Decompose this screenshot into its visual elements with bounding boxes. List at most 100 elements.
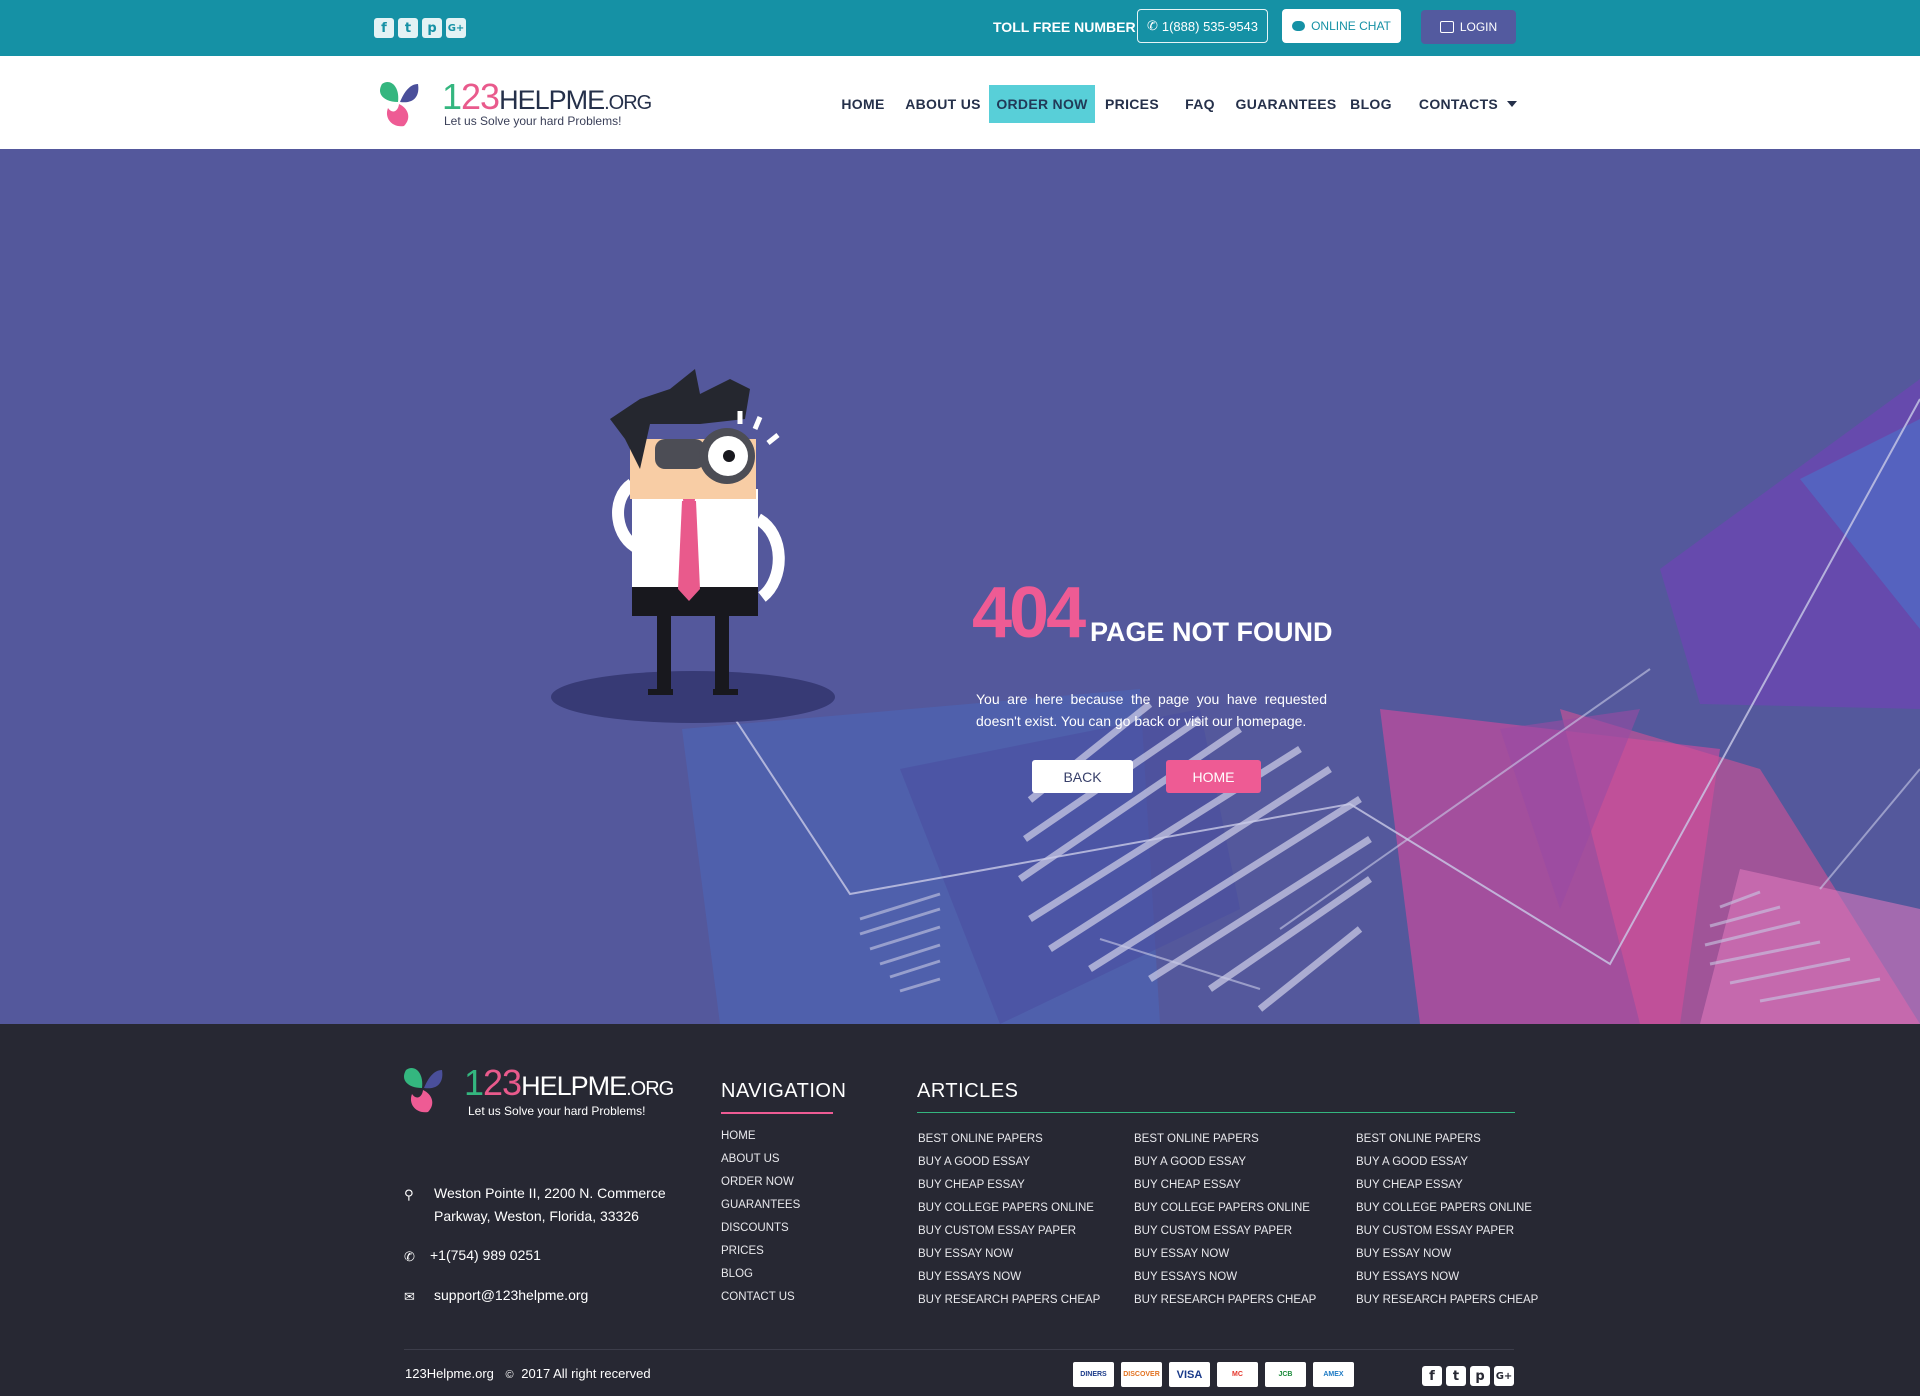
article-link[interactable]: BUY RESEARCH PAPERS CHEAP <box>1356 1289 1538 1312</box>
articles-underline <box>917 1112 1515 1113</box>
article-link[interactable]: BUY ESSAY NOW <box>918 1243 1100 1266</box>
article-link[interactable]: BUY ESSAYS NOW <box>918 1266 1100 1289</box>
footer-nav-order-now[interactable]: ORDER NOW <box>721 1171 800 1194</box>
article-link[interactable]: BUY A GOOD ESSAY <box>1134 1151 1316 1174</box>
logo-text-1: 1 <box>442 76 462 117</box>
footer-nav-home[interactable]: HOME <box>721 1125 800 1148</box>
footer-nav-prices[interactable]: PRICES <box>721 1240 800 1263</box>
top-bar: f t p G+ TOLL FREE NUMBER ✆ 1(888) 535-9… <box>0 0 1920 56</box>
envelope-icon: ✉ <box>404 1290 415 1305</box>
article-link[interactable]: BUY A GOOD ESSAY <box>918 1151 1100 1174</box>
logo-mark-icon <box>379 82 419 127</box>
visa-icon: VISA <box>1169 1362 1210 1387</box>
site-logo[interactable]: 123HELPME.ORG Let us Solve your hard Pro… <box>374 76 664 136</box>
nav-about-us[interactable]: ABOUT US <box>905 85 981 123</box>
article-link[interactable]: BEST ONLINE PAPERS <box>918 1128 1100 1151</box>
article-link[interactable]: BUY CHEAP ESSAY <box>1356 1174 1538 1197</box>
nav-contacts[interactable]: CONTACTS <box>1415 85 1521 123</box>
article-link[interactable]: BUY A GOOD ESSAY <box>1356 1151 1538 1174</box>
address-line-1: Weston Pointe II, 2200 N. Commerce <box>434 1185 666 1201</box>
american-express-icon: AMEX <box>1313 1362 1354 1387</box>
footer-navigation-title: NAVIGATION <box>721 1080 847 1102</box>
logo-text: 123HELPME.ORG <box>442 76 652 118</box>
pinterest-icon[interactable]: p <box>422 18 442 38</box>
chat-icon <box>1292 21 1306 31</box>
error-code: 404 <box>972 573 1086 653</box>
footer-logo-text-1: 1 <box>464 1062 484 1103</box>
article-link[interactable]: BUY ESSAY NOW <box>1356 1243 1538 1266</box>
logo-text-helpme: HELPME <box>499 85 605 115</box>
articles-column-3: BEST ONLINE PAPERS BUY A GOOD ESSAY BUY … <box>1356 1128 1538 1312</box>
footer-divider <box>404 1349 1514 1350</box>
toll-free-label: TOLL FREE NUMBER <box>993 19 1136 35</box>
article-link[interactable]: BUY CHEAP ESSAY <box>918 1174 1100 1197</box>
logo-text-org: .ORG <box>604 92 652 114</box>
article-link[interactable]: BUY CUSTOM ESSAY PAPER <box>918 1220 1100 1243</box>
hero-section: 404 PAGE NOT FOUND You are here because … <box>0 149 1920 1024</box>
navigation-underline <box>721 1112 833 1114</box>
facebook-icon[interactable]: f <box>1422 1366 1442 1386</box>
home-button[interactable]: HOME <box>1166 760 1261 793</box>
article-link[interactable]: BEST ONLINE PAPERS <box>1356 1128 1538 1151</box>
article-link[interactable]: BUY CUSTOM ESSAY PAPER <box>1134 1220 1316 1243</box>
copyright-symbol: © <box>505 1369 514 1381</box>
pin-icon: ⚲ <box>404 1188 414 1203</box>
nav-contacts-label: CONTACTS <box>1418 96 1499 112</box>
pinterest-icon[interactable]: p <box>1470 1366 1490 1386</box>
discover-icon: DISCOVER <box>1121 1362 1162 1387</box>
jcb-icon: JCB <box>1265 1362 1306 1387</box>
chevron-down-icon <box>1507 101 1518 107</box>
phone-button[interactable]: ✆ 1(888) 535-9543 <box>1137 9 1268 43</box>
article-link[interactable]: BUY CHEAP ESSAY <box>1134 1174 1316 1197</box>
nav-prices[interactable]: PRICES <box>1100 85 1164 123</box>
binoculars-man-illustration <box>551 369 835 723</box>
twitter-icon[interactable]: t <box>1446 1366 1466 1386</box>
footer-nav-about-us[interactable]: ABOUT US <box>721 1148 800 1171</box>
footer-articles-title: ARTICLES <box>917 1080 1019 1102</box>
google-plus-icon[interactable]: G+ <box>446 18 466 38</box>
footer-nav-blog[interactable]: BLOG <box>721 1263 800 1286</box>
nav-faq[interactable]: FAQ <box>1180 85 1220 123</box>
article-link[interactable]: BUY RESEARCH PAPERS CHEAP <box>1134 1289 1316 1312</box>
nav-guarantees[interactable]: GUARANTEES <box>1236 85 1337 123</box>
nav-home[interactable]: HOME <box>834 85 892 123</box>
article-link[interactable]: BUY COLLEGE PAPERS ONLINE <box>918 1197 1100 1220</box>
article-link[interactable]: BUY ESSAY NOW <box>1134 1243 1316 1266</box>
footer-email-address[interactable]: support@123helpme.org <box>434 1284 588 1307</box>
address-line-2: Parkway, Weston, Florida, 33326 <box>434 1208 639 1224</box>
online-chat-button[interactable]: ONLINE CHAT <box>1282 9 1401 43</box>
article-link[interactable]: BUY RESEARCH PAPERS CHEAP <box>918 1289 1100 1312</box>
google-plus-icon[interactable]: G+ <box>1494 1366 1514 1386</box>
diners-club-icon: DINERS <box>1073 1362 1114 1387</box>
login-label: LOGIN <box>1459 20 1498 34</box>
article-link[interactable]: BEST ONLINE PAPERS <box>1134 1128 1316 1151</box>
mastercard-icon: MC <box>1217 1362 1258 1387</box>
nav-blog[interactable]: BLOG <box>1346 85 1396 123</box>
hero-background-shapes <box>682 379 1920 1024</box>
footer-social-links: f t p G+ <box>1422 1366 1514 1386</box>
logo-tagline: Let us Solve your hard Problems! <box>444 114 622 128</box>
error-description: You are here because the page you have r… <box>976 691 1327 729</box>
facebook-icon[interactable]: f <box>374 18 394 38</box>
twitter-icon[interactable]: t <box>398 18 418 38</box>
article-link[interactable]: BUY CUSTOM ESSAY PAPER <box>1356 1220 1538 1243</box>
nav-order-now[interactable]: ORDER NOW <box>989 85 1095 123</box>
articles-column-2: BEST ONLINE PAPERS BUY A GOOD ESSAY BUY … <box>1134 1128 1316 1312</box>
footer-phone-number[interactable]: +1(754) 989 0251 <box>430 1244 541 1267</box>
copyright-site: 123Helpme.org <box>405 1366 494 1381</box>
article-link[interactable]: BUY ESSAYS NOW <box>1134 1266 1316 1289</box>
footer-logo-tagline: Let us Solve your hard Problems! <box>468 1104 646 1118</box>
copyright: 123Helpme.org © 2017 All right recerved <box>405 1366 651 1381</box>
article-link[interactable]: BUY COLLEGE PAPERS ONLINE <box>1356 1197 1538 1220</box>
footer-nav-discounts[interactable]: DISCOUNTS <box>721 1217 800 1240</box>
article-link[interactable]: BUY COLLEGE PAPERS ONLINE <box>1134 1197 1316 1220</box>
login-button[interactable]: LOGIN <box>1421 10 1516 44</box>
footer-logo[interactable]: 123HELPME.ORG Let us Solve your hard Pro… <box>398 1058 688 1118</box>
footer-nav-guarantees[interactable]: GUARANTEES <box>721 1194 800 1217</box>
footer-logo-text-helpme: HELPME <box>521 1071 627 1101</box>
back-button[interactable]: BACK <box>1032 760 1133 793</box>
footer-nav-contact-us[interactable]: CONTACT US <box>721 1286 800 1309</box>
footer-logo-mark-icon <box>403 1068 443 1113</box>
login-icon <box>1439 21 1454 33</box>
article-link[interactable]: BUY ESSAYS NOW <box>1356 1266 1538 1289</box>
